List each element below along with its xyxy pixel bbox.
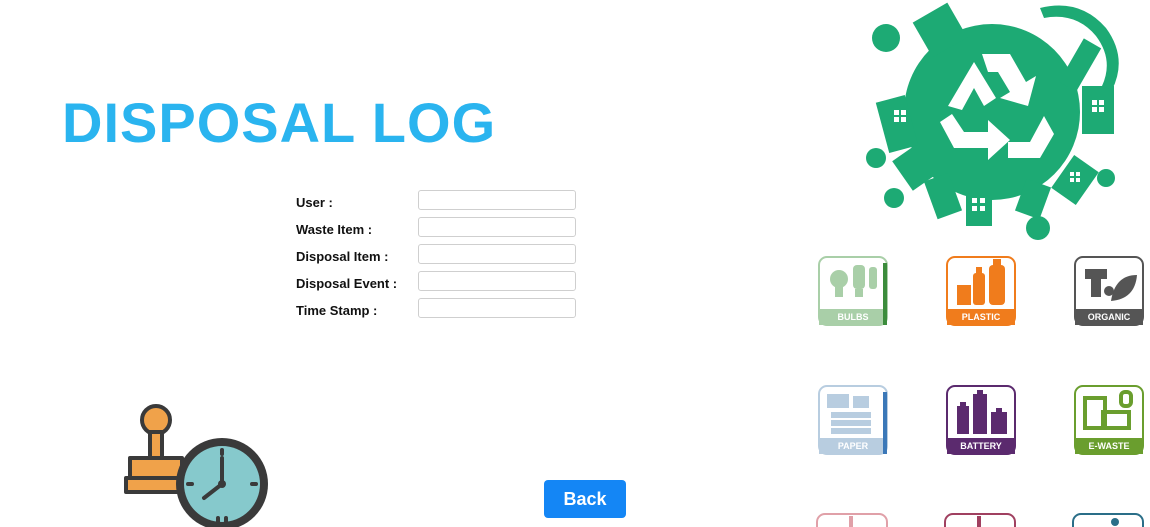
battery-label: BATTERY <box>960 441 1002 451</box>
time-stamp-input[interactable] <box>418 298 576 318</box>
disposal-form: User : Waste Item : Disposal Item : Disp… <box>296 190 586 325</box>
plastic-label: PLASTIC <box>962 312 1001 322</box>
organic-tile: ORGANIC <box>1074 256 1144 326</box>
e-waste-label: E-WASTE <box>1088 441 1129 451</box>
user-label: User : <box>296 195 333 210</box>
back-button[interactable]: Back <box>544 480 626 518</box>
disposal-item-row: Disposal Item : <box>296 244 586 271</box>
disposal-event-row: Disposal Event : <box>296 271 586 298</box>
stamp-clock-icon <box>124 404 268 527</box>
e-waste-tile: E-WASTE <box>1074 385 1144 455</box>
disposal-event-label: Disposal Event : <box>296 276 398 291</box>
plastic-tile: PLASTIC <box>946 256 1016 326</box>
recycle-globe-icon <box>866 2 1119 240</box>
user-input[interactable] <box>418 190 576 210</box>
disposal-event-input[interactable] <box>418 271 576 291</box>
battery-tile: BATTERY <box>946 385 1016 455</box>
organic-label: ORGANIC <box>1088 312 1131 322</box>
paper-label: PAPER <box>838 441 869 451</box>
disposal-item-label: Disposal Item : <box>296 249 389 264</box>
paper-tile: PAPER <box>818 385 888 455</box>
waste-item-input[interactable] <box>418 217 576 237</box>
waste-item-label: Waste Item : <box>296 222 373 237</box>
time-stamp-label: Time Stamp : <box>296 303 378 318</box>
waste-item-row: Waste Item : <box>296 217 586 244</box>
bulbs-label: BULBS <box>838 312 869 322</box>
bulbs-tile: BULBS <box>818 256 888 326</box>
disposal-item-input[interactable] <box>418 244 576 264</box>
page-title: DISPOSAL LOG <box>62 91 497 154</box>
time-stamp-row: Time Stamp : <box>296 298 586 325</box>
user-row: User : <box>296 190 586 217</box>
more-category-tiles <box>816 513 1144 527</box>
paper-icon <box>827 394 871 434</box>
